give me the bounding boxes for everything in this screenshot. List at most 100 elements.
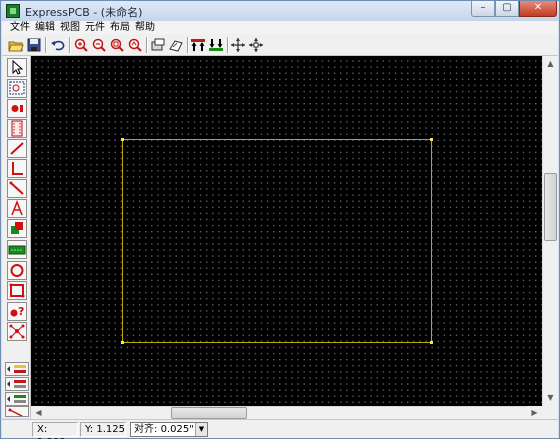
text-icon: [11, 200, 23, 216]
toolbar-separator: [146, 37, 148, 53]
horizontal-scroll-thumb[interactable]: [171, 407, 247, 419]
zoom-in-button[interactable]: [72, 36, 90, 54]
maximize-button[interactable]: ▢: [495, 1, 519, 17]
close-button[interactable]: ✕: [519, 1, 557, 17]
x-coordinate-readout: X: 1.900: [32, 422, 78, 439]
toolbar-separator: [45, 37, 47, 53]
menu-file[interactable]: 文件: [8, 21, 32, 34]
top-layer-icon: [191, 39, 205, 51]
window-title: ExpressPCB - (未命名): [25, 6, 143, 19]
center-icon: [249, 38, 263, 52]
layer-silk-icon: [7, 380, 26, 388]
zoom-out-button[interactable]: [90, 36, 108, 54]
place-pad-button[interactable]: [7, 99, 27, 118]
rectangle-icon: [9, 283, 25, 298]
trace-tool-button[interactable]: [7, 139, 27, 158]
diagonal-trace-icon: [9, 181, 24, 195]
layer-top-icon: [7, 365, 26, 373]
toolbar: [2, 34, 558, 56]
star-net-button[interactable]: [7, 322, 27, 341]
trace-icon: [10, 142, 24, 155]
menu-view[interactable]: 视图: [58, 21, 82, 34]
bus-connector-button[interactable]: [7, 240, 27, 259]
select-arrow-icon: [12, 59, 24, 75]
zoom-fit-icon: [110, 38, 124, 52]
scroll-up-icon[interactable]: ▲: [543, 56, 558, 72]
zoom-previous-icon: [128, 38, 142, 52]
size-grip: [542, 406, 558, 419]
component-manager-button[interactable]: [149, 36, 167, 54]
board-corner-handle[interactable]: [430, 138, 433, 141]
place-component-button[interactable]: [7, 119, 27, 138]
place-pad-icon: [11, 105, 23, 112]
scroll-right-icon[interactable]: ▶: [527, 406, 542, 419]
filled-shape-icon: [11, 222, 23, 234]
vertical-scrollbar[interactable]: ▲ ▼: [542, 56, 558, 406]
bus-connector-icon: [8, 245, 26, 255]
snap-label: 对齐:: [134, 424, 158, 435]
board-corner-handle[interactable]: [121, 341, 124, 344]
undo-button[interactable]: [49, 36, 67, 54]
horizontal-scrollbar[interactable]: ◀ ▶: [31, 406, 542, 419]
zoom-out-icon: [92, 38, 106, 52]
menu-bar: 文件 编辑 视图 元件 布局 帮助: [2, 21, 558, 34]
layer-silk-button[interactable]: [5, 377, 29, 391]
component-manager-icon: [151, 38, 165, 51]
layer-top-button[interactable]: [5, 362, 29, 376]
app-window: ExpressPCB - (未命名) – ▢ ✕ 文件 编辑 视图 元件 布局 …: [0, 0, 560, 439]
highlight-net-button[interactable]: ?: [7, 302, 27, 321]
menu-help[interactable]: 帮助: [133, 21, 157, 34]
menu-edit[interactable]: 编辑: [33, 21, 57, 34]
app-logo-icon[interactable]: [6, 4, 20, 18]
bottom-layer-icon: [209, 39, 223, 51]
board-corner-handle[interactable]: [430, 341, 433, 344]
status-bar: X: 1.900 Y: 1.125 对齐: 0.025" ▼: [2, 419, 558, 439]
open-folder-icon: [8, 41, 24, 52]
snap-value: 0.025": [160, 424, 194, 435]
pan-button[interactable]: [229, 36, 247, 54]
circle-icon: [10, 264, 24, 277]
order-pcb-button[interactable]: [167, 36, 185, 54]
chevron-down-icon[interactable]: ▼: [195, 423, 207, 436]
star-net-icon: [9, 324, 25, 339]
layer-bottom-icon: [7, 395, 26, 403]
board-outline[interactable]: [122, 139, 432, 343]
scroll-down-icon[interactable]: ▼: [543, 390, 558, 406]
title-bar[interactable]: ExpressPCB - (未命名) – ▢ ✕: [1, 1, 559, 21]
menu-layout[interactable]: 布局: [108, 21, 132, 34]
pcb-canvas[interactable]: [31, 56, 542, 406]
layer-bottom-button[interactable]: [5, 392, 29, 406]
svg-text:?: ?: [18, 305, 24, 318]
select-region-button[interactable]: [7, 79, 27, 98]
zoom-fit-button[interactable]: [108, 36, 126, 54]
save-button[interactable]: [25, 36, 43, 54]
diagonal-trace-button[interactable]: [7, 179, 27, 198]
top-layer-button[interactable]: [189, 36, 207, 54]
corner-trace-button[interactable]: [7, 159, 27, 178]
y-coordinate-readout: Y: 1.125: [80, 422, 126, 437]
snap-grid-select[interactable]: 对齐: 0.025" ▼: [130, 422, 208, 437]
highlight-net-icon: ?: [10, 305, 24, 318]
rectangle-tool-button[interactable]: [7, 281, 27, 300]
place-component-icon: [11, 120, 23, 137]
order-pcb-icon: [169, 40, 183, 52]
toolbar-separator: [69, 37, 71, 53]
pan-icon: [231, 38, 245, 52]
minimize-button[interactable]: –: [471, 1, 495, 17]
corner-trace-icon: [12, 162, 23, 175]
board-corner-handle[interactable]: [121, 138, 124, 141]
bottom-layer-button[interactable]: [207, 36, 225, 54]
center-button[interactable]: [247, 36, 265, 54]
tool-palette: ?: [2, 56, 31, 418]
open-button[interactable]: [7, 36, 25, 54]
menu-component[interactable]: 元件: [83, 21, 107, 34]
filled-shape-button[interactable]: [7, 219, 27, 238]
layer-net-icon: [8, 408, 23, 417]
text-tool-button[interactable]: [7, 199, 27, 218]
scroll-left-icon[interactable]: ◀: [31, 406, 46, 419]
layer-net-button[interactable]: [5, 406, 29, 417]
vertical-scroll-thumb[interactable]: [544, 173, 557, 241]
zoom-previous-button[interactable]: [126, 36, 144, 54]
circle-tool-button[interactable]: [7, 261, 27, 280]
select-tool-button[interactable]: [7, 58, 27, 77]
